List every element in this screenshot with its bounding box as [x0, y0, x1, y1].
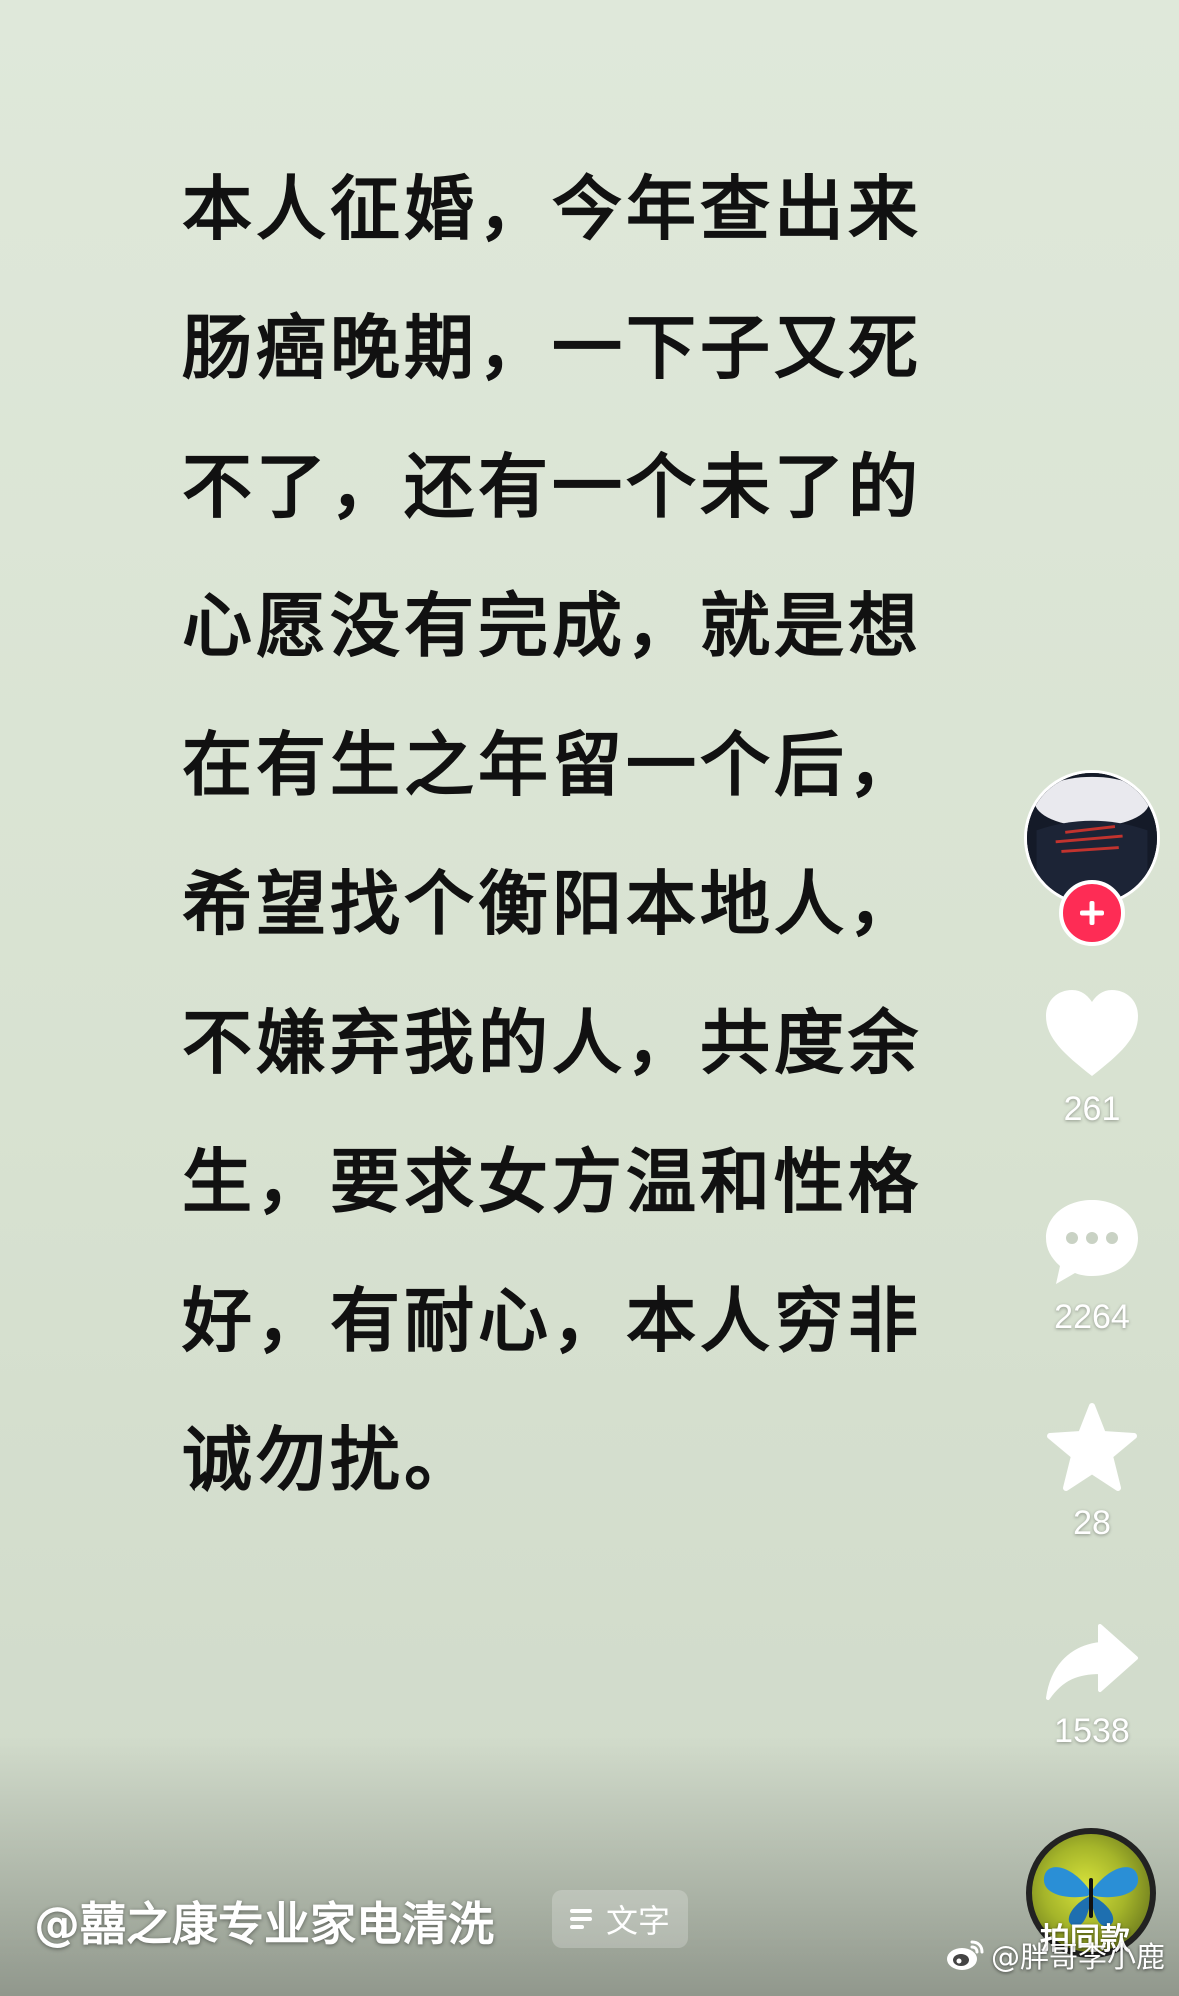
share-arrow-icon — [1046, 1624, 1138, 1700]
post-line-1: 本人征婚，今年查出来 — [182, 168, 922, 250]
post-line-9: 好，有耐心，本人穷非 — [182, 1280, 922, 1362]
text-lines-icon — [570, 1909, 592, 1929]
post-line-4: 心愿没有完成，就是想 — [182, 585, 922, 667]
plus-icon — [1080, 901, 1104, 925]
post-line-8: 生，要求女方温和性格 — [182, 1141, 922, 1223]
post-line-6: 希望找个衡阳本地人， — [182, 863, 922, 945]
heart-icon — [1046, 990, 1138, 1076]
comment-count: 2264 — [1054, 1298, 1130, 1336]
post-line-3: 不了，还有一个未了的 — [182, 446, 922, 528]
like-button[interactable]: 261 — [1030, 988, 1154, 1129]
text-tag-label: 文字 — [606, 1902, 671, 1940]
post-line-5: 在有生之年留一个后， — [182, 724, 922, 806]
comment-button[interactable]: 2264 — [1030, 1196, 1154, 1337]
post-text: 本人征婚，今年查出来 肠癌晚期，一下子又死 不了，还有一个未了的 心愿没有完成，… — [182, 140, 1002, 1530]
weibo-icon — [946, 1940, 984, 1970]
favorite-count: 28 — [1073, 1504, 1111, 1542]
share-count: 1538 — [1054, 1712, 1130, 1750]
post-line-2: 肠癌晚期，一下子又死 — [182, 307, 922, 389]
watermark: @胖哥李小鹿 — [945, 1934, 1165, 1976]
post-line-7: 不嫌弃我的人，共度余 — [182, 1002, 922, 1084]
favorite-button[interactable]: 28 — [1030, 1402, 1154, 1543]
like-count: 261 — [1063, 1090, 1121, 1128]
text-tag-chip[interactable]: 文字 — [552, 1890, 689, 1948]
post-line-10: 诚勿扰。 — [182, 1419, 478, 1501]
star-icon — [1047, 1403, 1137, 1491]
comment-bubble-icon — [1046, 1200, 1138, 1284]
share-button[interactable]: 1538 — [1030, 1622, 1154, 1751]
follow-button[interactable] — [1059, 880, 1125, 946]
author-handle[interactable]: @囍之康专业家电清洗 — [34, 1888, 494, 1954]
watermark-text: @胖哥李小鹿 — [990, 1940, 1165, 1974]
